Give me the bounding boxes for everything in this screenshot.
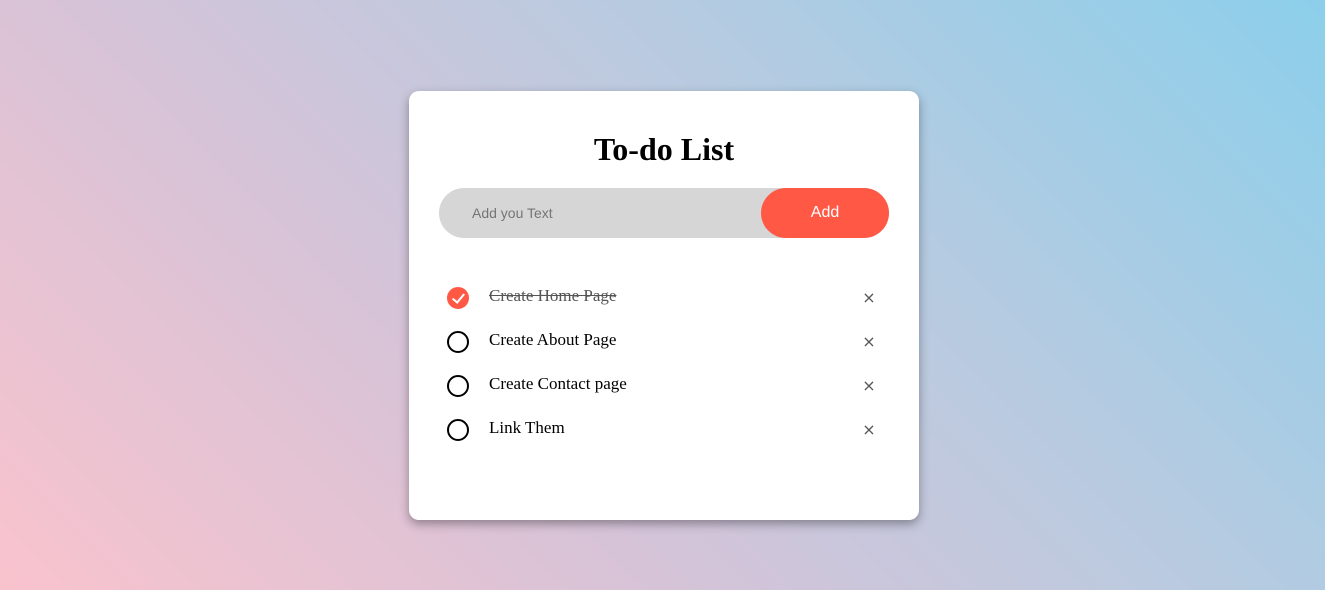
- close-icon[interactable]: ×: [859, 280, 879, 316]
- list-item[interactable]: Create About Page ×: [447, 320, 887, 364]
- close-icon[interactable]: ×: [859, 368, 879, 404]
- checked-checkbox-icon[interactable]: [447, 287, 469, 309]
- close-icon[interactable]: ×: [859, 324, 879, 360]
- list-item[interactable]: Create Contact page ×: [447, 364, 887, 408]
- list-item[interactable]: Link Them ×: [447, 408, 887, 452]
- checkbox-icon[interactable]: [447, 419, 469, 441]
- add-task-row: Add: [439, 188, 889, 238]
- list-item[interactable]: Create Home Page ×: [447, 276, 887, 320]
- task-label: Create Contact page: [489, 374, 627, 393]
- task-input[interactable]: [472, 188, 752, 238]
- task-label: Create About Page: [489, 330, 617, 349]
- close-icon[interactable]: ×: [859, 412, 879, 448]
- task-list: Create Home Page × Create About Page × C…: [447, 276, 887, 452]
- page-title: To-do List: [593, 131, 735, 167]
- task-label: Create Home Page: [489, 286, 617, 305]
- checkbox-icon[interactable]: [447, 331, 469, 353]
- todo-card: To-do List Add Create Home Page × Create…: [409, 91, 919, 520]
- add-button[interactable]: Add: [761, 188, 889, 238]
- checkbox-icon[interactable]: [447, 375, 469, 397]
- task-label: Link Them: [489, 418, 565, 437]
